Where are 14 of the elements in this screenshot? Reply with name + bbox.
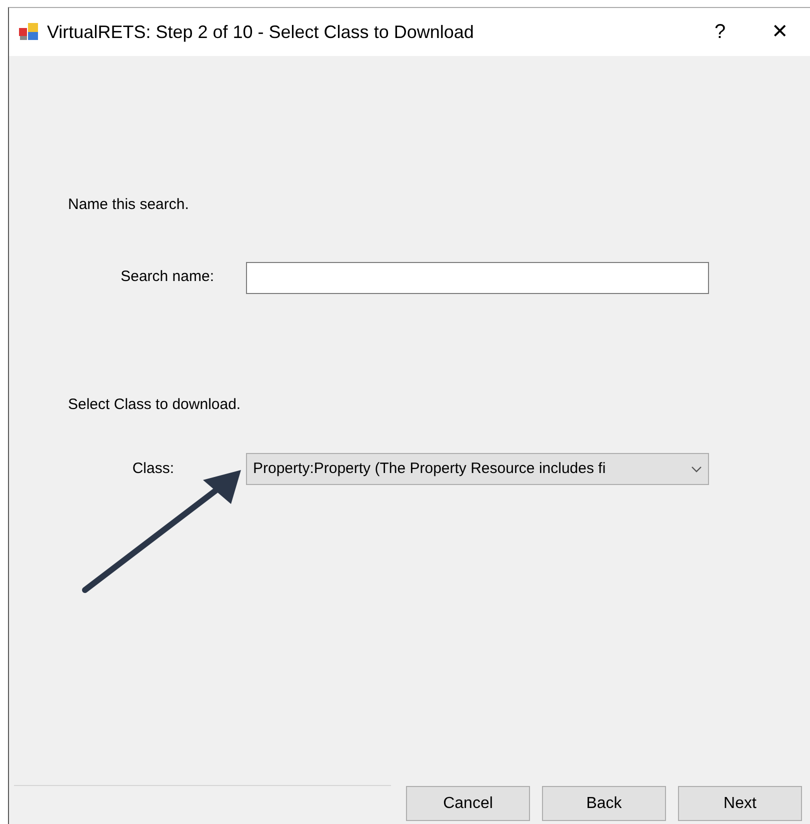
wizard-button[interactable]: Cancel xyxy=(406,786,530,821)
app-icon xyxy=(19,23,39,41)
close-button[interactable]: ✕ xyxy=(750,17,810,47)
wizard-button[interactable]: Back xyxy=(542,786,666,821)
instruction-text: Select Class to download. xyxy=(68,396,241,412)
help-button[interactable]: ? xyxy=(690,17,750,47)
class-dropdown[interactable]: Property:Property (The Property Resource includes fi xyxy=(246,453,709,485)
window-title: VirtualRETS: Step 2 of 10 - Select Class to Download xyxy=(47,20,475,44)
chevron-down-icon xyxy=(691,466,702,472)
field-label: Class: xyxy=(131,458,175,479)
search-name-field[interactable] xyxy=(246,262,709,294)
wizard-button[interactable]: Next xyxy=(678,786,802,821)
field-label: Search name: xyxy=(120,267,215,288)
instruction-text: Name this search. xyxy=(68,196,189,213)
